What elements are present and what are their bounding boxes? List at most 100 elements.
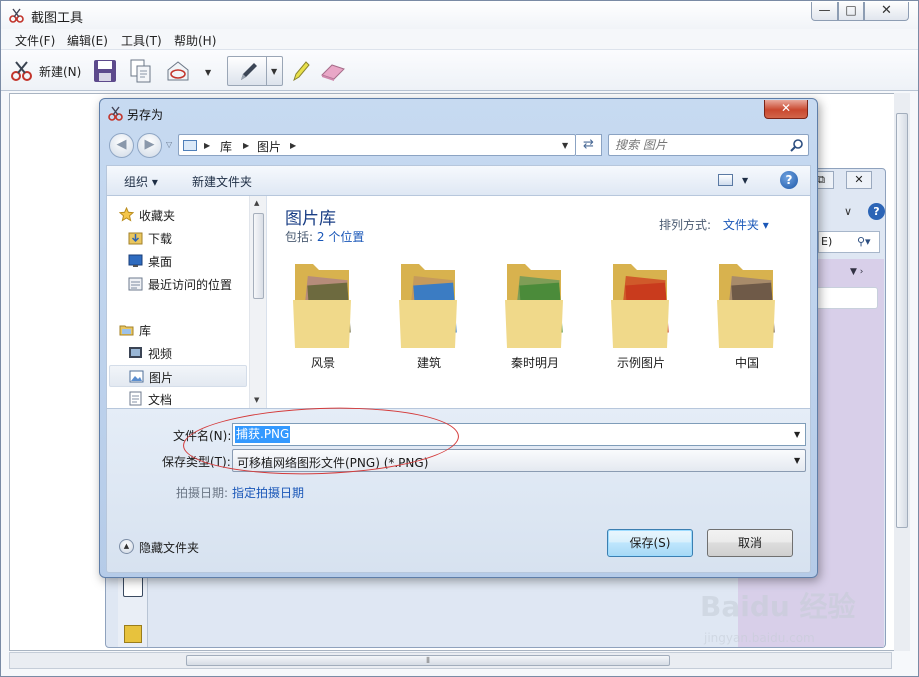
send-snip-icon[interactable] (165, 56, 191, 86)
breadcrumb-library[interactable]: 库 (220, 138, 232, 155)
address-bar[interactable]: ▶ 库 ▶ 图片 ▶ ▼ (178, 134, 576, 156)
eraser-icon[interactable] (319, 56, 347, 86)
baidu-watermark: Baidu 经验 jingyan.baidu.com (700, 585, 910, 655)
nav-libraries[interactable]: 库 (107, 319, 249, 341)
refresh-button[interactable]: ⇄ (576, 134, 602, 156)
breadcrumb-separator-icon[interactable]: ▶ (243, 141, 249, 150)
organize-menu[interactable]: 组织 ▾ (124, 173, 158, 190)
folder-label: 中国 (734, 356, 759, 370)
dialog-content: 收藏夹 下载 桌面 最近访问的位置 库 视频 图片 文档 ▲ ▼ 图片库 包括:… (106, 195, 811, 409)
breadcrumb-separator-icon[interactable]: ▶ (290, 141, 296, 150)
view-dropdown-arrow-icon[interactable]: ▼ (742, 176, 748, 185)
dialog-title: 另存为 (127, 108, 164, 122)
folder-icon (399, 264, 457, 348)
minimize-button[interactable]: — (811, 2, 838, 21)
folder-item[interactable]: 示例图片 (596, 256, 686, 370)
folder-label: 秦时明月 (510, 356, 559, 370)
back-button[interactable]: ◀ (109, 133, 134, 158)
pen-tool-button[interactable]: ▼ (227, 56, 283, 86)
window-title: 截图工具 (31, 11, 84, 26)
scissors-icon (11, 61, 32, 81)
library-icon (183, 140, 197, 151)
save-options-panel: 文件名(N): 捕获.PNG ▼ 保存类型(T): 可移植网络图形文件(PNG)… (106, 409, 811, 573)
save-button[interactable]: 保存(S) (607, 529, 693, 557)
menu-tools[interactable]: 工具(T) (121, 32, 162, 49)
filetype-dropdown-arrow-icon[interactable]: ▼ (794, 456, 800, 465)
nav-favorites[interactable]: 收藏夹 (107, 204, 249, 226)
folder-item[interactable]: 风景 (278, 256, 368, 370)
folder-icon (611, 264, 669, 348)
filename-dropdown-arrow-icon[interactable]: ▼ (794, 430, 800, 439)
nav-videos[interactable]: 视频 (107, 342, 249, 364)
bg-book-icon (123, 575, 143, 597)
folder-item[interactable]: 建筑 (384, 256, 474, 370)
help-icon[interactable]: ? (780, 171, 798, 189)
arrange-by-dropdown[interactable]: 文件夹 ▾ (723, 218, 769, 232)
vertical-scrollbar[interactable] (894, 93, 910, 651)
specify-date-link[interactable]: 指定拍摄日期 (232, 484, 304, 501)
pen-dropdown-arrow-icon[interactable]: ▼ (271, 67, 277, 76)
highlighter-icon[interactable] (290, 56, 312, 86)
copy-icon[interactable] (129, 56, 153, 86)
vertical-scroll-thumb[interactable] (896, 113, 908, 528)
forward-arrow-icon: ▶ (144, 137, 155, 152)
maximize-button[interactable]: □ (838, 2, 864, 21)
nav-documents[interactable]: 文档 (107, 388, 249, 410)
library-title: 图片库 (285, 209, 336, 229)
scroll-up-arrow-icon[interactable]: ▲ (254, 199, 259, 207)
bg-search-icon: ⚲▾ (857, 235, 871, 248)
scroll-down-arrow-icon[interactable]: ▼ (254, 396, 259, 404)
search-icon[interactable] (790, 138, 804, 152)
title-bar: 截图工具 — □ ✕ (1, 1, 918, 29)
nav-recent-places[interactable]: 最近访问的位置 (107, 273, 249, 295)
breadcrumb-separator-icon[interactable]: ▶ (204, 141, 210, 150)
send-dropdown-arrow-icon[interactable]: ▼ (205, 68, 211, 77)
dialog-close-button[interactable]: ✕ (764, 100, 808, 119)
nav-desktop-label: 桌面 (148, 255, 173, 269)
filename-input[interactable]: 捕获.PNG (235, 426, 291, 443)
filetype-select[interactable]: 可移植网络图形文件(PNG) (*.PNG) ▼ (232, 449, 806, 472)
nav-favorites-label: 收藏夹 (139, 209, 176, 223)
hide-folders-label: 隐藏文件夹 (139, 541, 200, 555)
horizontal-scroll-thumb[interactable]: ⦀ (186, 655, 670, 666)
nav-desktop[interactable]: 桌面 (107, 250, 249, 272)
folder-label: 建筑 (416, 356, 441, 370)
filename-combobox[interactable]: 捕获.PNG ▼ (232, 423, 806, 446)
change-view-icon[interactable] (718, 174, 733, 186)
menu-edit[interactable]: 编辑(E) (67, 32, 108, 49)
search-input[interactable] (615, 137, 785, 153)
nav-pictures-label: 图片 (149, 371, 174, 385)
command-bar: 组织 ▾ 新建文件夹 ▼ ? (106, 165, 811, 195)
back-arrow-icon: ◀ (116, 137, 127, 152)
menu-help[interactable]: 帮助(H) (174, 32, 216, 49)
folder-item[interactable]: 中国 (702, 256, 792, 370)
nav-downloads[interactable]: 下载 (107, 227, 249, 249)
close-button[interactable]: ✕ (864, 2, 909, 21)
cancel-button[interactable]: 取消 (707, 529, 793, 557)
folder-label: 风景 (310, 356, 335, 370)
new-folder-button[interactable]: 新建文件夹 (192, 173, 252, 190)
includes-locations-link[interactable]: 2 个位置 (317, 230, 364, 244)
bg-folder-icon (124, 625, 142, 643)
refresh-icon: ⇄ (583, 137, 594, 152)
forward-button[interactable]: ▶ (137, 133, 162, 158)
filename-label: 文件名(N): (173, 429, 232, 443)
nav-downloads-label: 下载 (148, 232, 173, 246)
nav-pictures[interactable]: 图片 (109, 365, 247, 387)
menu-file[interactable]: 文件(F) (15, 32, 55, 49)
save-icon[interactable] (93, 56, 117, 86)
dialog-title-bar: 另存为 ✕ (100, 99, 817, 127)
folder-item[interactable]: 秦时明月 (490, 256, 580, 370)
recent-pages-dropdown-icon[interactable]: ▽ (166, 140, 172, 149)
folder-icon (293, 264, 351, 348)
collapse-up-icon: ▲ (119, 539, 134, 554)
bg-help-icon: ? (868, 203, 885, 220)
nav-pane-scrollbar[interactable]: ▲ ▼ (249, 196, 266, 408)
search-field[interactable] (608, 134, 809, 156)
address-dropdown-arrow-icon[interactable]: ▼ (562, 141, 568, 150)
breadcrumb-pictures[interactable]: 图片 (257, 138, 281, 155)
filetype-label: 保存类型(T): (162, 455, 231, 469)
new-snip-button[interactable]: 新建(N) (7, 56, 85, 86)
nav-scroll-thumb[interactable] (253, 213, 264, 299)
watermark-url: jingyan.baidu.com (704, 631, 815, 645)
